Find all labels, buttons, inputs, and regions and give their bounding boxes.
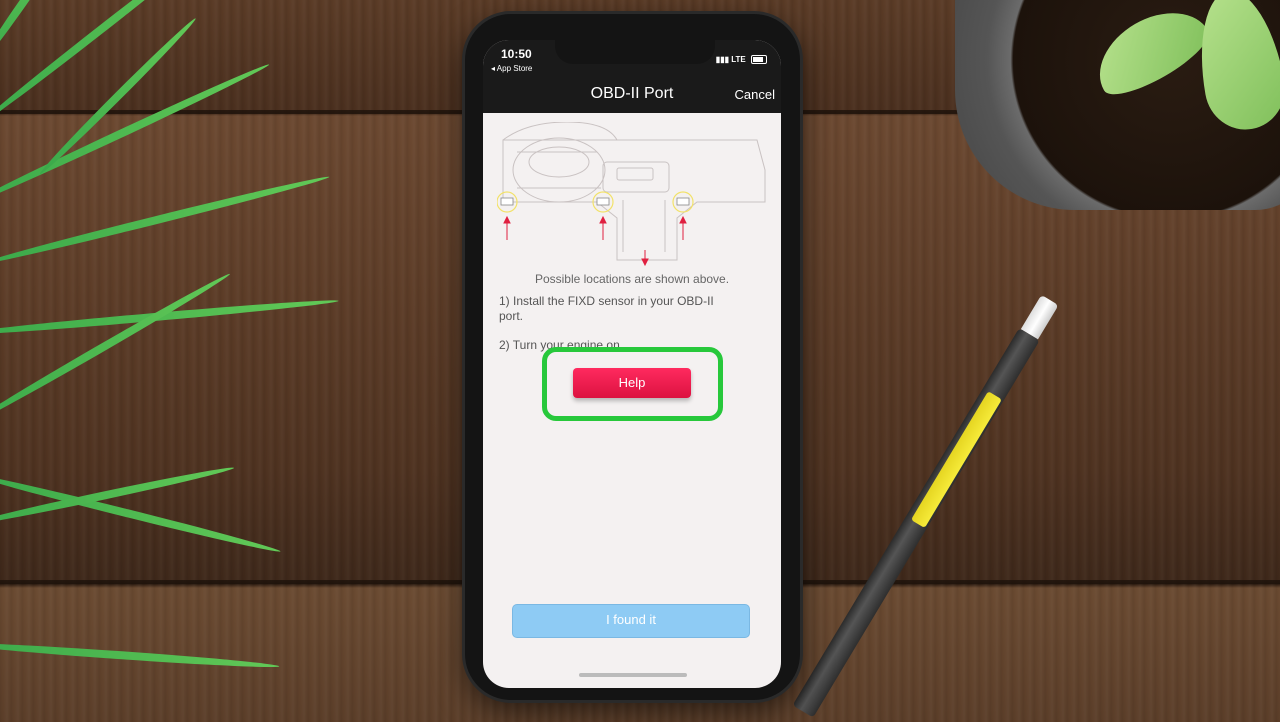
back-to-app-store-link[interactable]: ◂ App Store	[491, 64, 532, 73]
instruction-step-1: 1) Install the FIXD sensor in your OBD-I…	[499, 294, 714, 323]
diagram-caption: Possible locations are shown above.	[534, 272, 730, 286]
network-label: LTE	[731, 55, 746, 64]
status-indicators: ▮▮▮ LTE	[715, 55, 767, 65]
help-highlight-frame	[542, 347, 723, 421]
status-time: 10:50	[501, 47, 532, 61]
signal-icon: ▮▮▮	[715, 55, 730, 64]
phone-notch	[555, 36, 715, 64]
home-indicator[interactable]	[579, 673, 687, 677]
arrow-up-icon	[503, 215, 687, 267]
i-found-it-button[interactable]: I found it	[513, 605, 749, 637]
cancel-button[interactable]: Cancel	[735, 87, 775, 102]
battery-icon	[751, 55, 767, 65]
dashboard-diagram	[497, 122, 766, 267]
pencil	[786, 290, 1068, 722]
